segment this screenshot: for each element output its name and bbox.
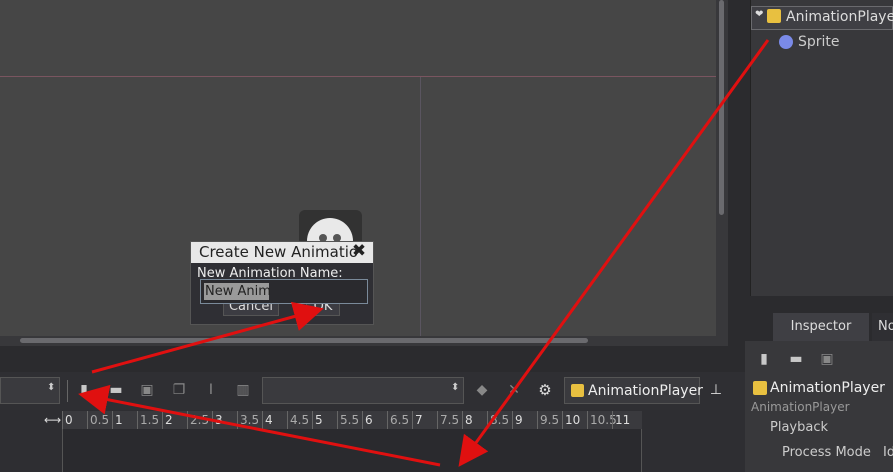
annotation-overlay — [78, 39, 770, 467]
annotation-arrow — [91, 301, 324, 374]
annotation-arrow — [458, 39, 770, 467]
annotation-arrow — [78, 384, 441, 467]
